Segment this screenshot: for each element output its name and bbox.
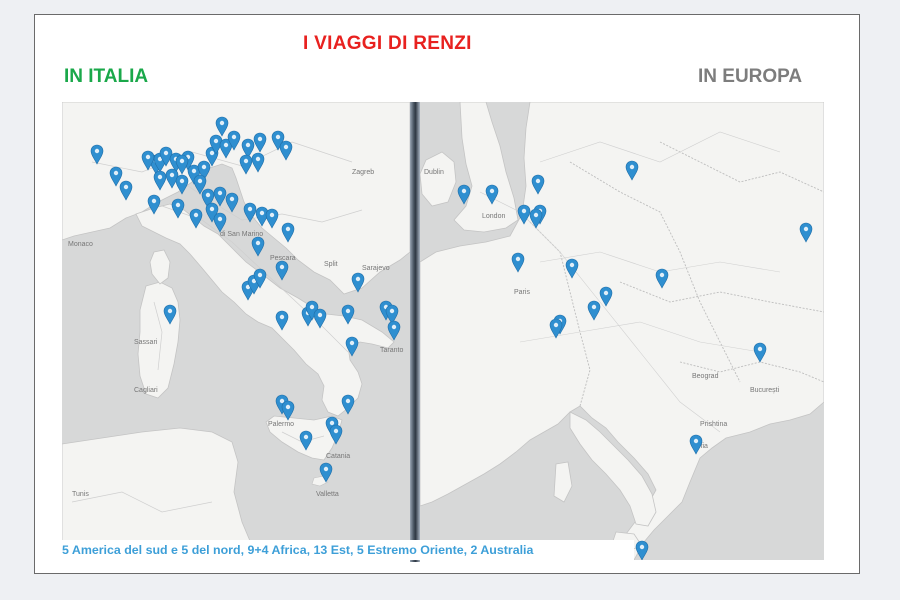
europe-map-label-london: London <box>482 213 505 220</box>
italy-map-label-valletta: Valletta <box>316 491 339 498</box>
italy-map-label-sassari: Sassari <box>134 339 158 346</box>
italy-map[interactable]: Zagreb Sarajevo Monaco Split Pescara di … <box>62 102 410 560</box>
europe-map-label-paris: Paris <box>514 289 530 296</box>
italy-map-label-monaco: Monaco <box>68 241 93 248</box>
europe-map-label-bucuresti: București <box>750 387 780 394</box>
europe-map-label-prishtina: Prishtina <box>700 421 727 428</box>
italy-map-label-sarajevo: Sarajevo <box>362 265 390 272</box>
europe-map-canvas: Dublin London Paris București Beograd Pr… <box>420 102 824 560</box>
europe-map[interactable]: Dublin London Paris București Beograd Pr… <box>420 102 824 560</box>
italy-map-label-zagreb: Zagreb <box>352 169 374 176</box>
europe-label: IN EUROPA <box>698 66 803 87</box>
italy-label: IN ITALIA <box>64 66 149 87</box>
trip-summary-caption: 5 America del sud e 5 del nord, 9+4 Afri… <box>60 540 634 560</box>
map-divider <box>410 102 420 562</box>
italy-map-label-palermo: Palermo <box>268 421 294 428</box>
page-title: I VIAGGI DI RENZI <box>303 33 472 54</box>
italy-map-label-tunis: Tunis <box>72 491 89 498</box>
italy-map-label-cagliari: Cagliari <box>134 387 158 394</box>
italy-map-canvas: Zagreb Sarajevo Monaco Split Pescara di … <box>62 102 410 560</box>
italy-map-label-catania: Catania <box>326 453 350 460</box>
europe-map-label-beograd: Beograd <box>692 373 719 380</box>
europe-map-label-dublin: Dublin <box>424 169 444 176</box>
italy-map-label-split: Split <box>324 261 338 268</box>
italy-map-label-taranto: Taranto <box>380 347 403 354</box>
